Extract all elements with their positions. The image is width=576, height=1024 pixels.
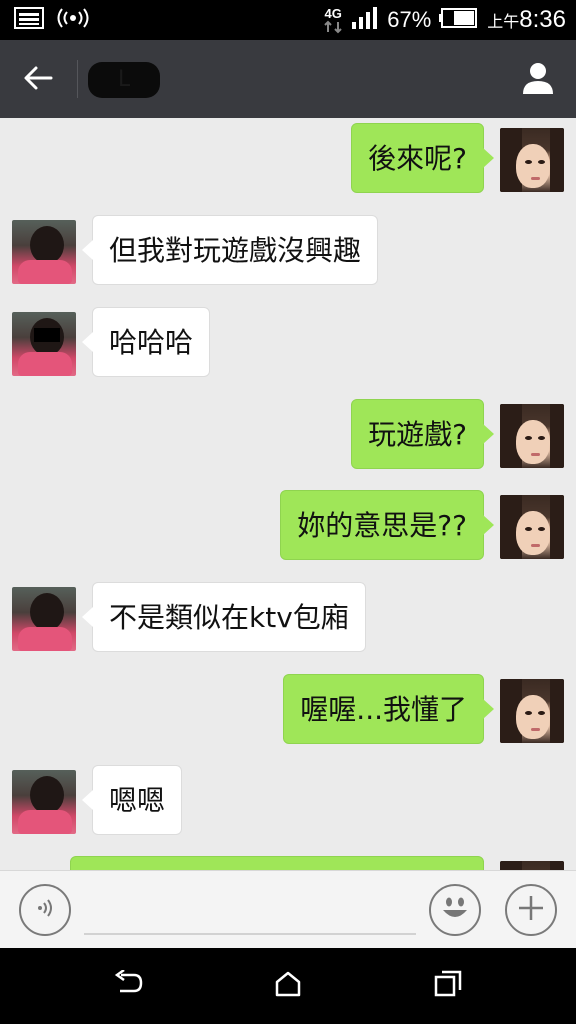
- time-prefix: 上午: [487, 14, 520, 31]
- incoming-bubble[interactable]: 嗯嗯: [81, 765, 183, 835]
- broadcast-icon: [56, 7, 90, 33]
- status-left: [14, 7, 90, 33]
- incoming-bubble[interactable]: 不是類似在ktv包廂: [82, 582, 366, 652]
- emoji-button[interactable]: [429, 884, 481, 936]
- message-row: 妳的意思是??: [0, 490, 576, 560]
- contact-avatar[interactable]: [12, 312, 76, 376]
- outgoing-bubble[interactable]: 妳的意思是??: [280, 490, 494, 560]
- my-avatar[interactable]: [500, 861, 564, 870]
- 4g-icon: 4G: [323, 7, 343, 34]
- my-avatar[interactable]: [500, 495, 564, 559]
- image-icon: [14, 7, 44, 33]
- my-avatar[interactable]: [500, 404, 564, 468]
- incoming-bubble[interactable]: 哈哈哈: [81, 307, 211, 377]
- input-bar: [0, 870, 576, 948]
- message-list: 後來呢? 但我對玩遊戲沒興趣 哈哈哈 玩遊戲? 妳的意思是?? 不是類似在ktv…: [0, 118, 576, 870]
- arrow-left-icon: [23, 65, 53, 95]
- status-right: 4G 67% 上午8:36: [323, 4, 566, 36]
- contact-avatar[interactable]: [12, 587, 76, 651]
- plus-button[interactable]: [505, 884, 557, 936]
- outgoing-bubble[interactable]: 後來呢?: [351, 123, 494, 193]
- message-row: 後來呢?: [0, 123, 576, 193]
- person-icon: [520, 60, 556, 100]
- system-nav-bar: [0, 948, 576, 1024]
- outgoing-bubble[interactable]: 玩遊戲?: [351, 399, 494, 469]
- contact-avatar[interactable]: [12, 770, 76, 834]
- chat-header: L: [0, 40, 576, 118]
- recents-icon: [433, 969, 463, 1003]
- message-row: 嗯嗯: [0, 765, 576, 835]
- signal-icon: [351, 6, 379, 34]
- voice-icon: [33, 896, 57, 924]
- message-row: 但我對玩遊戲沒興趣: [0, 215, 576, 285]
- voice-button[interactable]: [19, 884, 71, 936]
- status-bar: 4G 67% 上午8:36: [0, 0, 576, 40]
- header-divider: [77, 60, 78, 98]
- emoji-icon: [435, 888, 475, 932]
- system-back-button[interactable]: [110, 968, 146, 1004]
- battery-percent: 67%: [387, 7, 432, 32]
- home-button[interactable]: [270, 968, 306, 1004]
- outgoing-bubble[interactable]: [70, 856, 484, 870]
- home-icon: [273, 970, 303, 1002]
- back-nav-icon: [112, 968, 144, 1002]
- outgoing-bubble[interactable]: 喔喔...我懂了: [283, 674, 494, 744]
- my-avatar[interactable]: [500, 679, 564, 743]
- message-row: 哈哈哈: [0, 307, 576, 377]
- incoming-bubble[interactable]: 但我對玩遊戲沒興趣: [81, 215, 379, 285]
- clock: 上午8:36: [487, 6, 566, 34]
- message-input[interactable]: [84, 891, 416, 935]
- message-row: 不是類似在ktv包廂: [0, 582, 576, 652]
- my-avatar[interactable]: [500, 128, 564, 192]
- message-row: 喔喔...我懂了: [0, 674, 576, 744]
- chat-title: L: [88, 62, 160, 98]
- plus-icon: [516, 893, 546, 927]
- time-value: 8:36: [519, 6, 566, 33]
- network-label: 4G: [324, 5, 342, 21]
- battery-icon: [439, 7, 479, 33]
- profile-button[interactable]: [516, 58, 560, 102]
- back-button[interactable]: [16, 60, 60, 100]
- message-row: 玩遊戲?: [0, 399, 576, 469]
- message-row: [0, 856, 576, 870]
- recents-button[interactable]: [430, 968, 466, 1004]
- contact-avatar[interactable]: [12, 220, 76, 284]
